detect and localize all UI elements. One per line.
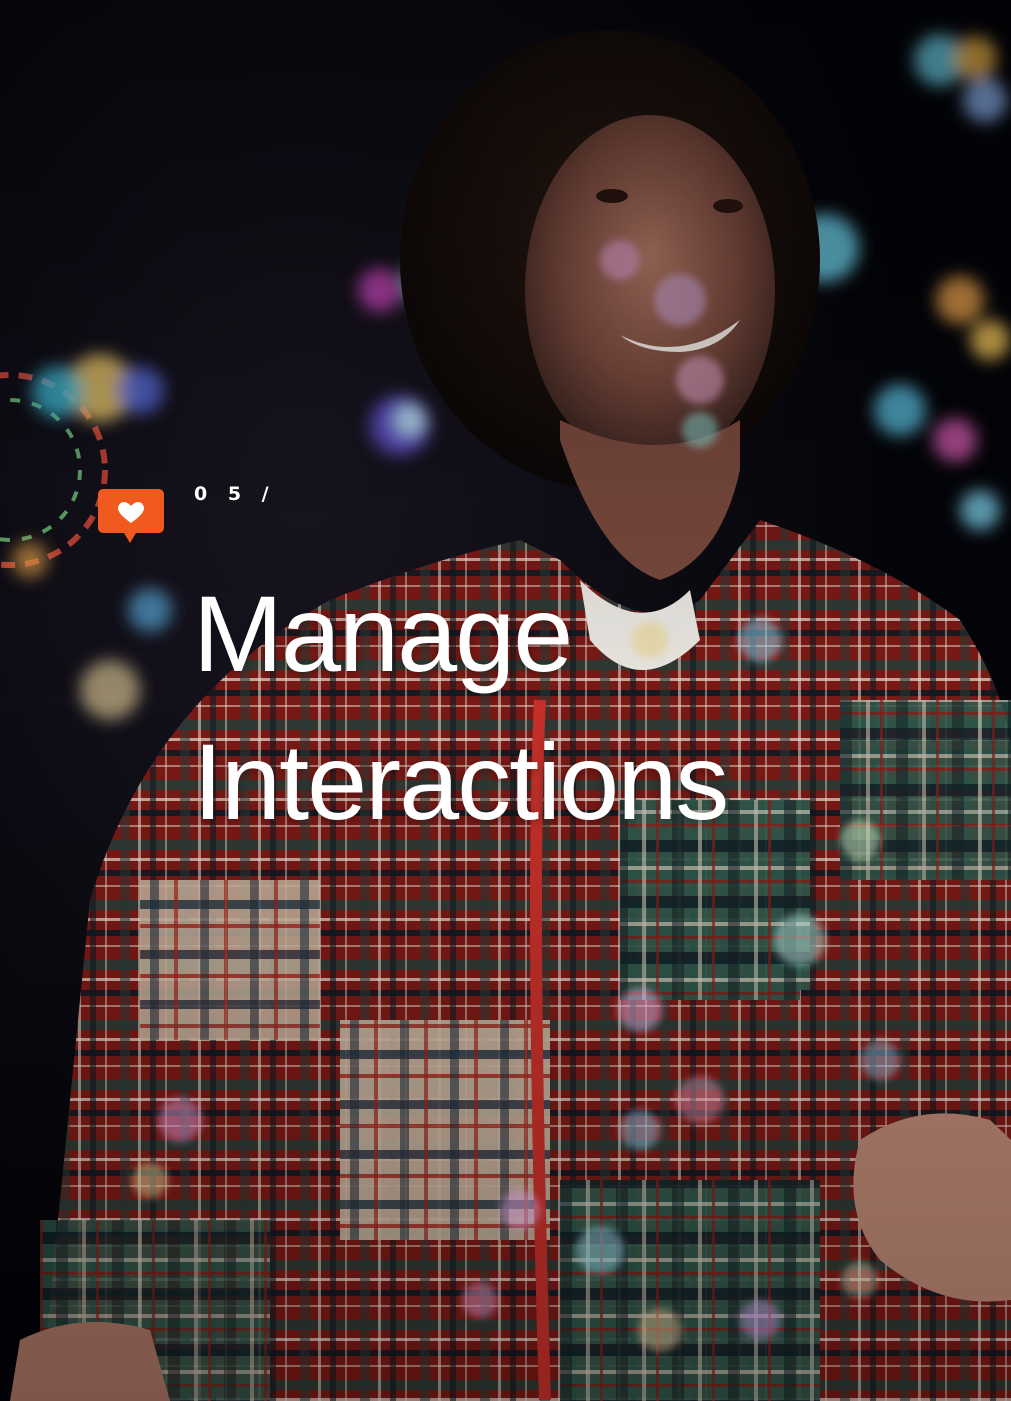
section-number: 0 5 / [194, 483, 276, 505]
section-marker: 0 5 / [96, 483, 276, 545]
page: 0 5 / Manage Interactions [0, 0, 1011, 1401]
page-title: Manage Interactions [193, 560, 993, 856]
title-line-2: Interactions [193, 721, 729, 842]
title-line-1: Manage [193, 573, 573, 694]
heart-speech-bubble-icon [96, 487, 166, 545]
